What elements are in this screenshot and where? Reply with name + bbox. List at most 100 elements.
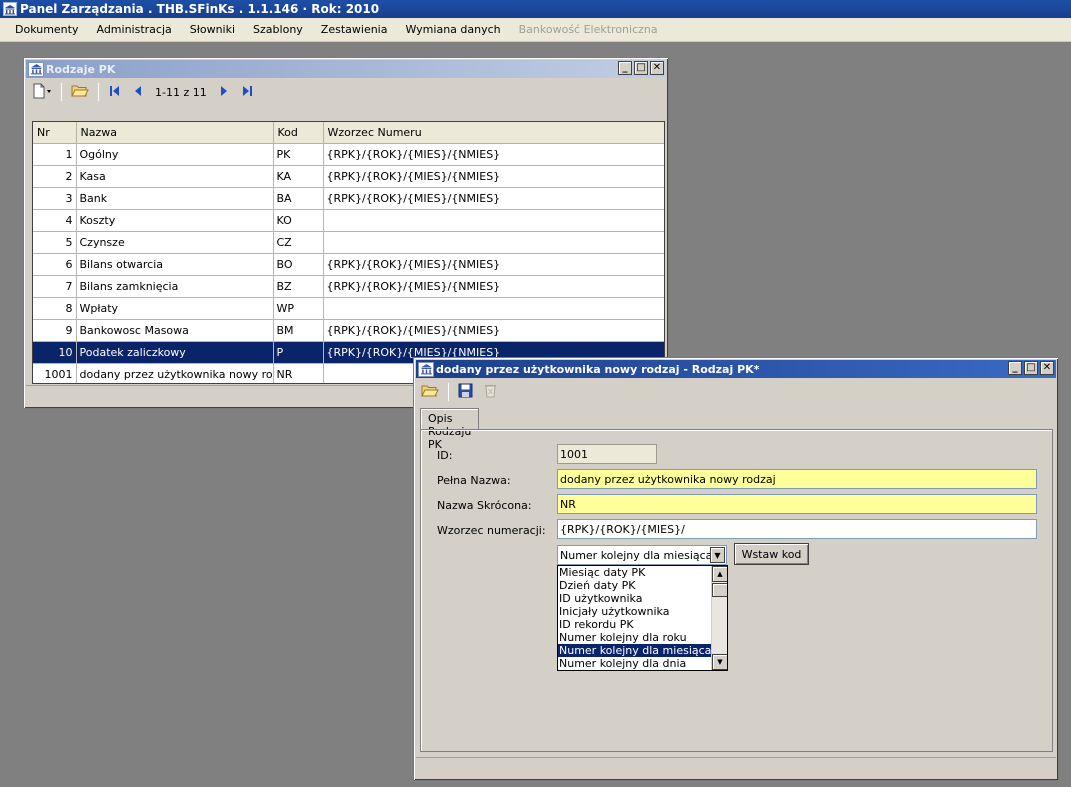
dropdown-scrollbar[interactable]: ▲ ▼ (711, 566, 727, 670)
cell-nazwa: Czynsze (76, 231, 274, 254)
cell-kod: WP (273, 297, 324, 320)
menu-slowniki[interactable]: Słowniki (181, 23, 244, 36)
cell-nr: 1001 (33, 363, 77, 383)
previous-page-button[interactable] (129, 82, 147, 102)
menu-administracja[interactable]: Administracja (87, 23, 180, 36)
menu-szablony[interactable]: Szablony (244, 23, 312, 36)
table-row[interactable]: 1 Ogólny PK {RPK}/{ROK}/{MIES}/{NMIES} (33, 143, 664, 166)
id-label: ID: (437, 449, 453, 462)
menu-dokumenty[interactable]: Dokumenty (6, 23, 87, 36)
list-item[interactable]: Inicjały użytkownika (558, 605, 727, 618)
list-item[interactable]: Miesiąc daty PK (558, 566, 727, 579)
wzorzec-numeracji-label: Wzorzec numeracji: (437, 524, 546, 537)
maximize-button[interactable]: □ (1024, 361, 1038, 375)
save-button[interactable] (455, 382, 476, 402)
save-icon (458, 383, 473, 401)
grid-header-row: Nr Nazwa Kod Wzorzec Numeru (33, 122, 664, 144)
table-row[interactable]: 6 Bilans otwarcia BO {RPK}/{ROK}/{MIES}/… (33, 253, 664, 276)
wstaw-kod-button[interactable]: Wstaw kod (734, 543, 809, 565)
window-building-icon (28, 61, 44, 77)
chevron-down-icon[interactable]: ▼ (710, 547, 725, 563)
close-button[interactable]: ✕ (1040, 361, 1054, 375)
cell-nr: 9 (33, 319, 77, 342)
cell-nr: 1 (33, 143, 77, 166)
table-row[interactable]: 9 Bankowosc Masowa BM {RPK}/{ROK}/{MIES}… (33, 319, 664, 342)
scroll-thumb[interactable] (712, 583, 727, 597)
cell-kod: P (273, 341, 324, 364)
cell-wzorzec: {RPK}/{ROK}/{MIES}/{NMIES} (323, 253, 664, 276)
cell-kod: KA (273, 165, 324, 188)
minimize-button[interactable]: _ (618, 61, 632, 75)
column-header-wzorzec[interactable]: Wzorzec Numeru (323, 122, 664, 144)
last-page-icon (240, 85, 254, 100)
menu-zestawienia[interactable]: Zestawienia (312, 23, 397, 36)
column-header-nr[interactable]: Nr (33, 122, 77, 144)
list-item[interactable]: Numer kolejny dla dnia (558, 657, 727, 670)
list-item[interactable]: Dzień daty PK (558, 579, 727, 592)
form-statusbar (416, 757, 1056, 777)
cell-wzorzec: {RPK}/{ROK}/{MIES}/{NMIES} (323, 165, 664, 188)
form-toolbar (418, 381, 501, 403)
close-button[interactable]: ✕ (650, 61, 664, 75)
open-button[interactable] (68, 82, 92, 102)
tab-page-opis: ID: 1001 Pełna Nazwa: dodany przez użytk… (420, 429, 1053, 752)
app-title: Panel Zarządzania . THB.SFinKs . 1.1.146… (20, 2, 380, 16)
list-item[interactable]: ID rekordu PK (558, 618, 727, 631)
table-row[interactable]: 8 Wpłaty WP (33, 297, 664, 320)
table-row[interactable]: 5 Czynsze CZ (33, 231, 664, 254)
cell-wzorzec (323, 231, 664, 254)
app-building-icon (3, 2, 17, 16)
cell-nazwa: Kasa (76, 165, 274, 188)
kod-combobox[interactable]: Numer kolejny dla miesiąca ▼ (557, 545, 727, 565)
wzorzec-numeracji-field[interactable]: {RPK}/{ROK}/{MIES}/ (557, 519, 1037, 539)
column-header-kod[interactable]: Kod (273, 122, 324, 144)
new-document-icon (32, 83, 52, 102)
first-page-button[interactable] (105, 82, 125, 102)
rodzaje-pk-titlebar[interactable]: Rodzaje PK _ □ ✕ (26, 60, 666, 78)
table-row[interactable]: 7 Bilans zamknięcia BZ {RPK}/{ROK}/{MIES… (33, 275, 664, 298)
pager-info: 1-11 z 11 (155, 85, 207, 99)
list-item[interactable]: ID użytkownika (558, 592, 727, 605)
cell-nazwa: Podatek zaliczkowy (76, 341, 274, 364)
kod-combobox-value: Numer kolejny dla miesiąca (560, 548, 713, 562)
cell-nr: 8 (33, 297, 77, 320)
table-row[interactable]: 2 Kasa KA {RPK}/{ROK}/{MIES}/{NMIES} (33, 165, 664, 188)
cell-nazwa: dodany przez użytkownika nowy rodzaj (76, 363, 274, 383)
pelna-nazwa-label: Pełna Nazwa: (437, 474, 511, 487)
tab-opis-rodzaju-pk[interactable]: Opis Rodzaju PK (420, 408, 480, 451)
nazwa-skrocona-field[interactable]: NR (557, 494, 1037, 514)
list-item-selected[interactable]: Numer kolejny dla miesiąca (558, 644, 727, 657)
menu-wymiana-danych[interactable]: Wymiana danych (396, 23, 509, 36)
table-row[interactable]: 3 Bank BA {RPK}/{ROK}/{MIES}/{NMIES} (33, 187, 664, 210)
rodzaj-pk-titlebar[interactable]: dodany przez użytkownika nowy rodzaj - R… (416, 360, 1056, 378)
cell-nr: 4 (33, 209, 77, 232)
scroll-up-icon[interactable]: ▲ (712, 566, 727, 582)
pelna-nazwa-field[interactable]: dodany przez użytkownika nowy rodzaj (557, 469, 1037, 489)
list-item[interactable]: Numer kolejny dla roku (558, 631, 727, 644)
previous-page-icon (132, 85, 144, 100)
next-page-button[interactable] (215, 82, 233, 102)
new-document-button[interactable] (29, 82, 55, 102)
id-field: 1001 (557, 444, 657, 464)
menu-bankowosc-elektroniczna: Bankowość Elektroniczna (518, 23, 658, 36)
maximize-button[interactable]: □ (634, 61, 648, 75)
cell-nr: 2 (33, 165, 77, 188)
list-toolbar: 1-11 z 11 (29, 81, 257, 103)
cell-wzorzec: {RPK}/{ROK}/{MIES}/{NMIES} (323, 275, 664, 298)
rodzaje-pk-grid: Nr Nazwa Kod Wzorzec Numeru 1 Ogólny PK … (32, 121, 665, 384)
table-row[interactable]: 4 Koszty KO (33, 209, 664, 232)
scroll-down-icon[interactable]: ▼ (712, 654, 727, 670)
column-header-nazwa[interactable]: Nazwa (76, 122, 274, 144)
rodzaj-pk-form-window: dodany przez użytkownika nowy rodzaj - R… (413, 357, 1059, 781)
cell-wzorzec: {RPK}/{ROK}/{MIES}/{NMIES} (323, 143, 664, 166)
rodzaje-pk-title: Rodzaje PK (46, 62, 116, 76)
cell-kod: KO (273, 209, 324, 232)
cell-wzorzec: {RPK}/{ROK}/{MIES}/{NMIES} (323, 187, 664, 210)
last-page-button[interactable] (237, 82, 257, 102)
cell-kod: BO (273, 253, 324, 276)
minimize-button[interactable]: _ (1008, 361, 1022, 375)
toolbar-separator (448, 383, 449, 401)
open-button[interactable] (418, 382, 442, 402)
first-page-icon (108, 85, 122, 100)
toolbar-separator (98, 83, 99, 101)
